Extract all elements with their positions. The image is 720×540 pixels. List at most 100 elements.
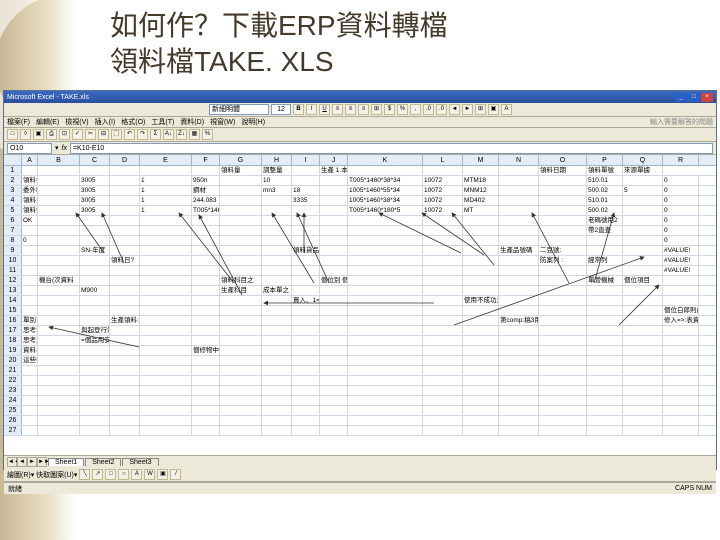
cell[interactable] xyxy=(623,266,663,275)
cell[interactable] xyxy=(539,176,587,185)
wordart-tool[interactable]: W xyxy=(144,469,155,480)
cell[interactable] xyxy=(423,296,463,305)
cell[interactable] xyxy=(348,256,423,265)
cell[interactable] xyxy=(262,236,292,245)
cell[interactable] xyxy=(38,256,80,265)
cell[interactable] xyxy=(262,426,292,435)
cell[interactable]: 領料日期 xyxy=(539,166,587,175)
cell[interactable] xyxy=(663,276,699,285)
cell[interactable] xyxy=(587,346,623,355)
cell[interactable] xyxy=(539,386,587,395)
col-N[interactable]: N xyxy=(499,155,539,165)
underline-button[interactable]: U xyxy=(319,104,330,115)
cell[interactable] xyxy=(587,296,623,305)
tab-sheet3[interactable]: Sheet3 xyxy=(122,458,158,466)
cell[interactable] xyxy=(292,346,320,355)
cell[interactable] xyxy=(220,356,262,365)
zoom-button[interactable]: % xyxy=(202,129,213,140)
cell[interactable] xyxy=(348,346,423,355)
cell[interactable] xyxy=(292,216,320,225)
cell[interactable] xyxy=(22,296,38,305)
cell[interactable] xyxy=(623,286,663,295)
cell[interactable] xyxy=(320,256,348,265)
col-Q[interactable]: Q xyxy=(623,155,663,165)
cell[interactable] xyxy=(623,356,663,365)
cell[interactable] xyxy=(348,376,423,385)
save-button[interactable]: ▣ xyxy=(33,129,44,140)
cell[interactable] xyxy=(539,276,587,285)
close-button[interactable]: × xyxy=(701,93,713,102)
cell[interactable] xyxy=(499,386,539,395)
row-header[interactable]: 4 xyxy=(4,196,22,205)
cell[interactable] xyxy=(22,226,38,235)
col-K[interactable]: K xyxy=(348,155,423,165)
cell[interactable]: 10072 xyxy=(423,206,463,215)
cell[interactable]: 0 xyxy=(663,206,699,215)
cell[interactable]: 10 xyxy=(262,176,292,185)
cell[interactable] xyxy=(348,286,423,295)
menu-window[interactable]: 視窗(W) xyxy=(210,117,235,127)
row-header[interactable]: 7 xyxy=(4,226,22,235)
col-D[interactable]: D xyxy=(110,155,140,165)
cell[interactable] xyxy=(80,366,110,375)
font-name-select[interactable]: 新細明體 xyxy=(209,104,269,115)
cell[interactable]: 10072 xyxy=(423,196,463,205)
preview-button[interactable]: ⊡ xyxy=(59,129,70,140)
cell[interactable] xyxy=(140,216,192,225)
oval-tool[interactable]: ○ xyxy=(118,469,129,480)
cell[interactable] xyxy=(539,306,587,315)
cell[interactable] xyxy=(292,386,320,395)
cell[interactable] xyxy=(262,366,292,375)
cell[interactable] xyxy=(80,386,110,395)
cell[interactable] xyxy=(423,226,463,235)
cell[interactable] xyxy=(192,296,220,305)
cell[interactable] xyxy=(587,366,623,375)
cell[interactable] xyxy=(110,376,140,385)
cell[interactable] xyxy=(423,166,463,175)
cell[interactable]: 10072 xyxy=(423,186,463,195)
cell[interactable] xyxy=(80,346,110,355)
cell[interactable] xyxy=(499,306,539,315)
cell[interactable] xyxy=(539,426,587,435)
cell[interactable] xyxy=(292,266,320,275)
cell[interactable] xyxy=(262,246,292,255)
cell[interactable] xyxy=(220,206,262,215)
cell[interactable]: MTM18 xyxy=(463,176,499,185)
cell[interactable] xyxy=(423,276,463,285)
cell[interactable] xyxy=(38,366,80,375)
cell[interactable] xyxy=(423,306,463,315)
select-all-corner[interactable] xyxy=(4,155,22,165)
cell[interactable] xyxy=(110,326,140,335)
cell[interactable] xyxy=(348,356,423,365)
cell[interactable] xyxy=(587,356,623,365)
menu-help[interactable]: 說明(H) xyxy=(241,117,265,127)
row-header[interactable]: 6 xyxy=(4,216,22,225)
cell[interactable] xyxy=(220,296,262,305)
cell[interactable] xyxy=(623,416,663,425)
row-header[interactable]: 27 xyxy=(4,426,22,435)
tab-nav-next[interactable]: ► xyxy=(27,457,37,467)
cell[interactable] xyxy=(623,236,663,245)
cell[interactable] xyxy=(499,326,539,335)
cell[interactable] xyxy=(80,416,110,425)
cell[interactable] xyxy=(38,266,80,275)
cell[interactable] xyxy=(22,386,38,395)
row-header[interactable]: 12 xyxy=(4,276,22,285)
cell[interactable]: 二豆號: xyxy=(539,246,587,255)
cell[interactable]: M900 xyxy=(80,286,110,295)
cell[interactable]: 經常列 xyxy=(587,256,623,265)
cell[interactable] xyxy=(292,366,320,375)
cell[interactable] xyxy=(463,316,499,325)
cell[interactable] xyxy=(320,386,348,395)
cell[interactable] xyxy=(110,246,140,255)
cell[interactable] xyxy=(192,246,220,255)
cell[interactable] xyxy=(110,416,140,425)
cell[interactable] xyxy=(587,336,623,345)
cell[interactable] xyxy=(220,236,262,245)
cell[interactable] xyxy=(539,326,587,335)
cell[interactable] xyxy=(110,346,140,355)
cell[interactable] xyxy=(423,326,463,335)
cell[interactable] xyxy=(587,426,623,435)
cell[interactable] xyxy=(463,236,499,245)
cell[interactable] xyxy=(663,406,699,415)
